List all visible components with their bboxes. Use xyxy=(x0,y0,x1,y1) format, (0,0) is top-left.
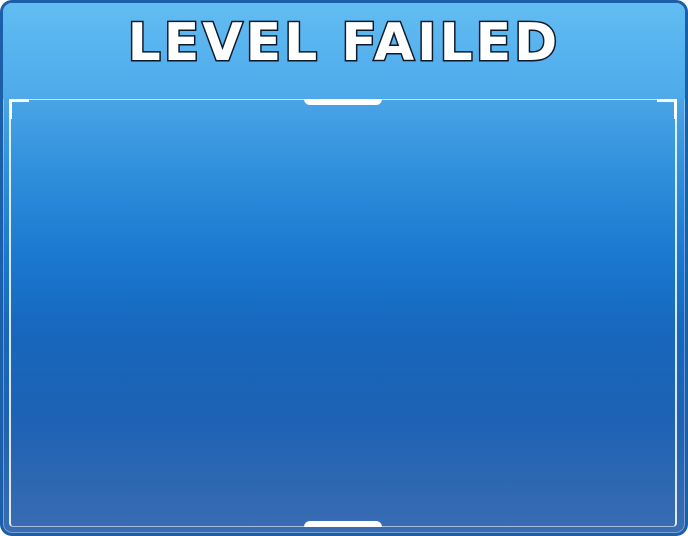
dialog-title: LEVEL FAILED xyxy=(126,13,561,73)
dialog-header: LEVEL FAILED xyxy=(3,3,685,99)
frame-notch-bottom xyxy=(304,521,382,527)
frame-corner-top-right xyxy=(657,99,677,119)
dialog-content-area xyxy=(9,99,677,527)
frame-notch-top xyxy=(304,99,382,105)
level-failed-dialog: LEVEL FAILED xyxy=(0,0,688,536)
frame-corner-top-left xyxy=(9,99,29,119)
